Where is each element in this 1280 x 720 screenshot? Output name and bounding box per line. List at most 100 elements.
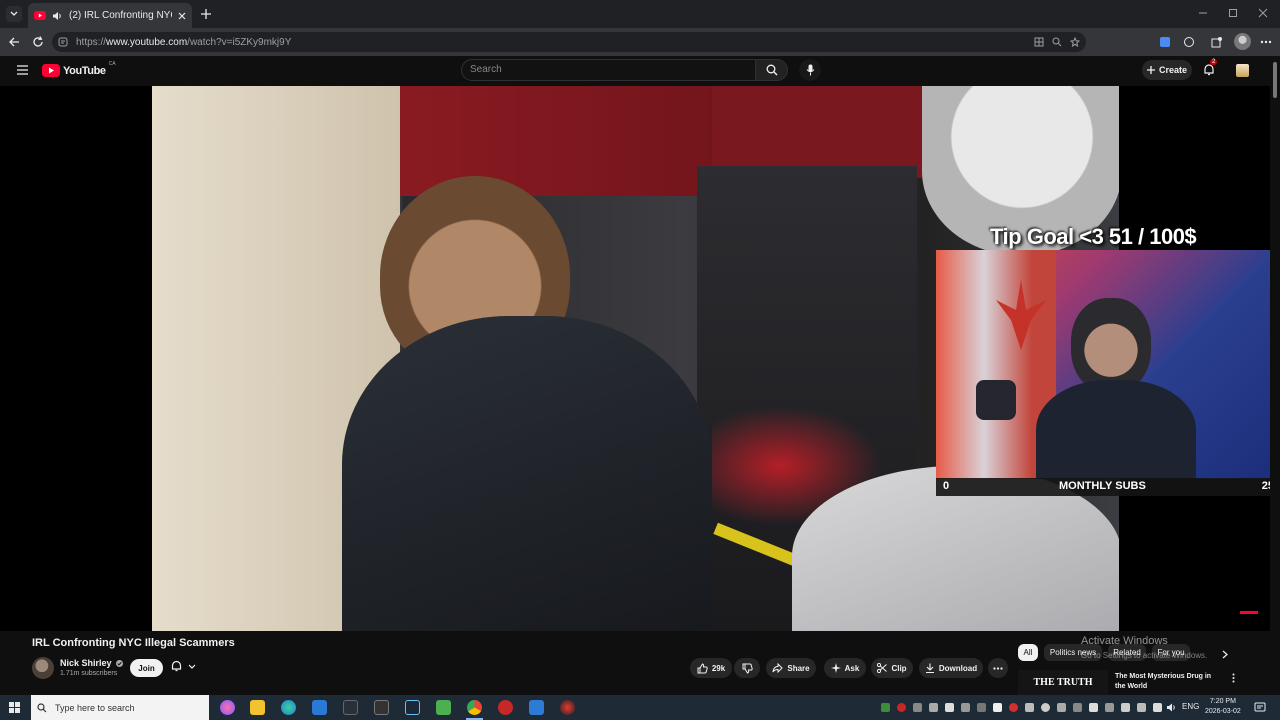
app-icon-blue[interactable] — [312, 700, 327, 715]
dislike-button[interactable] — [734, 658, 760, 678]
steam-icon[interactable] — [405, 700, 420, 715]
notification-center-icon[interactable] — [1254, 702, 1266, 713]
logo-text: YouTube — [63, 64, 106, 77]
join-button[interactable]: Join — [130, 659, 163, 677]
related-video-title[interactable]: The Most Mysterious Drug in the World — [1115, 672, 1220, 692]
video-title: IRL Confronting NYC Illegal Scammers — [32, 637, 235, 649]
profile-avatar[interactable] — [1234, 33, 1251, 50]
subscribe-notification-button[interactable] — [171, 660, 196, 672]
ask-label: Ask — [844, 663, 860, 673]
settings-gear-icon[interactable] — [374, 700, 389, 715]
new-tab-plus-icon[interactable] — [200, 8, 212, 20]
reload-icon[interactable] — [32, 36, 44, 48]
subscriber-count: 1.71m subscribers — [60, 670, 118, 677]
speaker-icon[interactable] — [52, 11, 63, 21]
app-install-icon[interactable] — [1034, 37, 1044, 47]
page-scrollbar[interactable] — [1270, 56, 1280, 695]
tray-icon-6[interactable] — [961, 703, 970, 712]
create-label: Create — [1158, 65, 1187, 75]
ask-button[interactable]: Ask — [824, 658, 866, 678]
more-horizontal-icon — [993, 666, 1003, 670]
notifications-button[interactable]: 2 — [1203, 59, 1218, 77]
hamburger-menu-icon[interactable] — [17, 65, 28, 75]
window-close-icon[interactable] — [1258, 8, 1268, 18]
refresh-extension-icon[interactable] — [1183, 36, 1195, 48]
extensions-puzzle-icon[interactable] — [1211, 36, 1223, 48]
windows-start-icon[interactable] — [9, 702, 20, 713]
app-icon-red-dark[interactable] — [560, 700, 575, 715]
channel-avatar[interactable] — [32, 657, 54, 679]
tray-icon-2[interactable] — [897, 703, 906, 712]
create-button[interactable]: Create — [1142, 60, 1192, 80]
share-arrow-icon — [772, 663, 784, 673]
search-button[interactable] — [756, 59, 788, 81]
scissors-icon — [877, 663, 888, 673]
voice-search-button[interactable] — [799, 59, 821, 81]
tray-icon-12[interactable] — [1057, 703, 1066, 712]
search-input[interactable]: Search — [461, 59, 756, 81]
minimize-icon[interactable] — [1198, 8, 1208, 18]
tip-goal-overlay: Tip Goal <3 51 / 100$ — [990, 224, 1197, 249]
tray-icon-13[interactable] — [1073, 703, 1082, 712]
recording-app-icon[interactable] — [498, 700, 513, 715]
tray-icon-3[interactable] — [913, 703, 922, 712]
tab-title: (2) IRL Confronting NYC Illeg — [69, 10, 172, 21]
back-arrow-icon[interactable] — [8, 36, 20, 48]
app-icon-blue-2[interactable] — [529, 700, 544, 715]
tray-icon-15[interactable] — [1105, 703, 1114, 712]
edge-icon[interactable] — [281, 700, 296, 715]
tab-search-button[interactable] — [6, 6, 22, 22]
like-button[interactable]: 29k — [690, 658, 732, 678]
scrollbar-thumb[interactable] — [1273, 62, 1277, 98]
copilot-icon[interactable] — [220, 700, 235, 715]
site-info-icon[interactable] — [58, 37, 68, 47]
related-video-thumbnail[interactable]: THE TRUTH — [1018, 670, 1108, 695]
activate-windows-subtitle: Go to Settings to activate Windows. — [1081, 651, 1208, 660]
maximize-icon[interactable] — [1228, 8, 1238, 18]
battery-icon[interactable] — [1137, 703, 1146, 712]
thumbs-down-icon — [742, 663, 753, 674]
tray-icon-11[interactable] — [1041, 703, 1050, 712]
more-actions-button[interactable] — [988, 658, 1008, 678]
star-bookmark-icon[interactable] — [1070, 37, 1080, 47]
volume-icon[interactable] — [1166, 702, 1177, 713]
media-app-icon[interactable] — [343, 700, 358, 715]
tray-icon-4[interactable] — [929, 703, 938, 712]
tray-icon-7[interactable] — [977, 703, 986, 712]
tray-icon-1[interactable] — [881, 703, 890, 712]
more-vertical-icon[interactable] — [1232, 673, 1235, 683]
extension-icon[interactable] — [1159, 36, 1171, 48]
account-avatar[interactable] — [1236, 64, 1249, 77]
address-bar[interactable]: https://www.youtube.com/watch?v=i5ZKy9mk… — [52, 32, 1086, 52]
chip-all[interactable]: All — [1018, 644, 1038, 661]
close-icon[interactable] — [178, 12, 186, 20]
tray-icon-9[interactable] — [1009, 703, 1018, 712]
taskbar-search[interactable]: Type here to search — [31, 695, 209, 720]
webcam-overlay — [936, 250, 1280, 479]
chevron-down-icon — [188, 664, 196, 669]
windows-taskbar: Type here to search ENG 7:20 PM 2026-03-… — [0, 695, 1280, 720]
zoom-icon[interactable] — [1052, 37, 1062, 47]
tray-icon-8[interactable] — [993, 703, 1002, 712]
spreadsheet-app-icon[interactable] — [436, 700, 451, 715]
browser-tab-active[interactable]: (2) IRL Confronting NYC Illeg — [28, 3, 192, 28]
share-button[interactable]: Share — [766, 658, 816, 678]
tray-icon-5[interactable] — [945, 703, 954, 712]
wifi-icon[interactable] — [1153, 703, 1162, 712]
youtube-logo[interactable]: YouTube CA — [42, 61, 116, 77]
network-icon[interactable] — [1121, 703, 1130, 712]
clock[interactable]: 7:20 PM 2026-03-02 — [1205, 697, 1241, 717]
tray-icon-10[interactable] — [1025, 703, 1034, 712]
branding-watermark — [1240, 611, 1258, 614]
clip-button[interactable]: Clip — [871, 658, 913, 678]
channel-name[interactable]: Nick Shirley — [60, 658, 124, 668]
search-icon — [37, 702, 47, 712]
download-button[interactable]: Download — [919, 658, 983, 678]
tray-icon-14[interactable] — [1089, 703, 1098, 712]
chevron-right-icon[interactable] — [1222, 650, 1228, 659]
more-menu-icon[interactable] — [1260, 40, 1272, 44]
subs-min: 0 — [943, 480, 950, 492]
chrome-icon[interactable] — [467, 700, 482, 715]
language-indicator[interactable]: ENG — [1182, 702, 1199, 711]
file-explorer-icon[interactable] — [250, 700, 265, 715]
